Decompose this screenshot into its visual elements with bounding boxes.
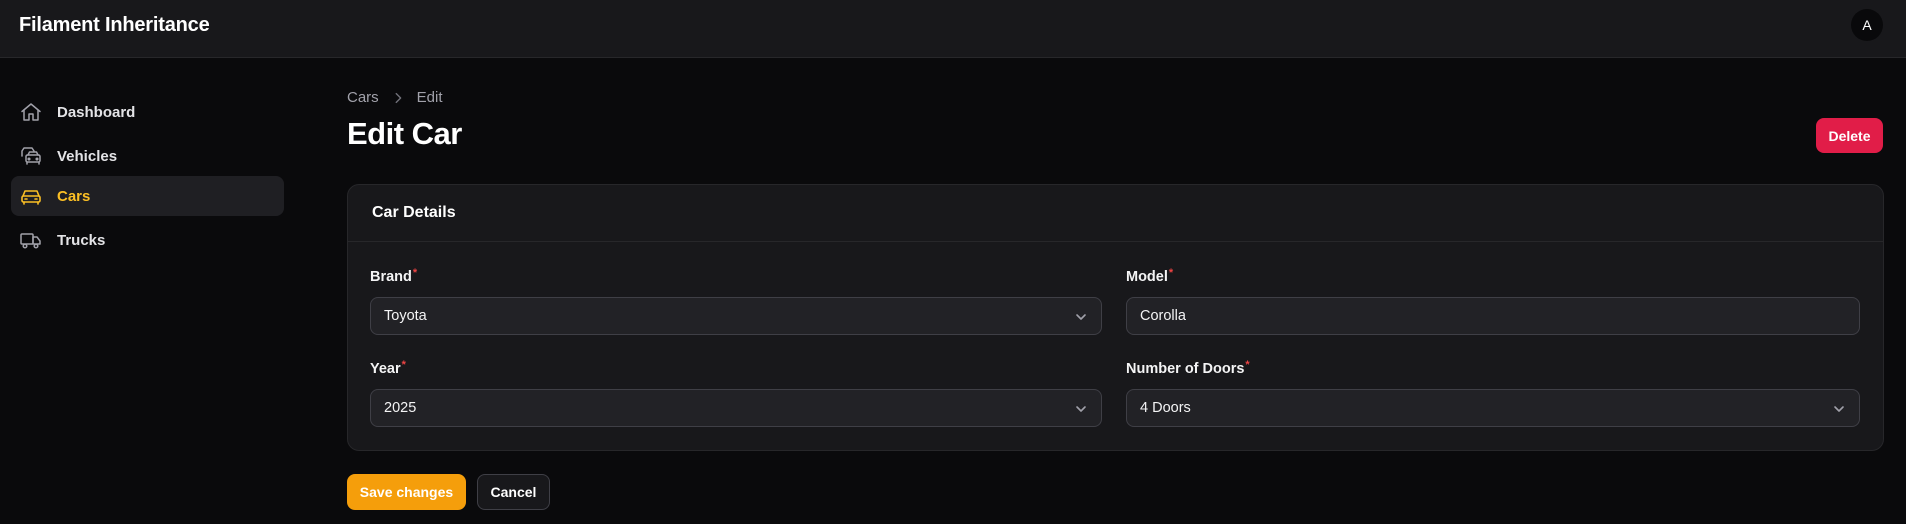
required-marker: *	[412, 267, 418, 279]
app-title[interactable]: Filament Inheritance	[19, 14, 210, 37]
required-marker: *	[1245, 359, 1250, 371]
model-input[interactable]: Corolla	[1126, 297, 1860, 335]
doors-label: Number of Doors*	[1126, 359, 1250, 377]
home-icon	[19, 100, 43, 124]
section-title: Car Details	[348, 185, 1883, 242]
breadcrumb-item-edit: Edit	[416, 89, 443, 106]
truck-icon	[19, 228, 43, 252]
vehicles-icon	[19, 144, 43, 168]
model-label: Model*	[1126, 267, 1174, 285]
brand-label: Brand*	[370, 267, 418, 285]
sidebar: Dashboard Vehicles Cars Trucks	[0, 58, 290, 524]
breadcrumb: Cars Edit	[347, 89, 443, 106]
page-title: Edit Car	[347, 116, 462, 151]
sidebar-item-trucks[interactable]: Trucks	[11, 220, 284, 260]
car-details-section: Car Details Brand* Toyota Model* Corolla…	[347, 184, 1884, 451]
car-icon	[19, 184, 43, 208]
chevron-down-icon	[1076, 314, 1086, 320]
sidebar-item-cars[interactable]: Cars	[11, 176, 284, 216]
year-select[interactable]: 2025	[370, 389, 1102, 427]
required-marker: *	[401, 359, 406, 371]
required-marker: *	[1168, 267, 1174, 279]
chevron-down-icon	[1076, 406, 1086, 412]
sidebar-item-label: Trucks	[57, 231, 106, 249]
delete-button[interactable]: Delete	[1816, 118, 1883, 153]
cancel-button[interactable]: Cancel	[477, 474, 550, 510]
sidebar-item-label: Vehicles	[57, 147, 118, 165]
sidebar-item-label: Cars	[57, 187, 91, 205]
save-changes-button[interactable]: Save changes	[347, 474, 466, 510]
year-label: Year*	[370, 359, 406, 377]
brand-select[interactable]: Toyota	[370, 297, 1102, 335]
sidebar-item-label: Dashboard	[57, 103, 136, 121]
user-avatar[interactable]: A	[1851, 9, 1883, 41]
doors-select[interactable]: 4 Doors	[1126, 389, 1860, 427]
chevron-down-icon	[1834, 406, 1844, 412]
breadcrumb-item-cars[interactable]: Cars	[347, 89, 379, 106]
top-bar: Filament Inheritance A	[0, 0, 1906, 58]
sidebar-item-vehicles[interactable]: Vehicles	[11, 136, 284, 176]
sidebar-item-dashboard[interactable]: Dashboard	[11, 92, 284, 132]
chevron-right-icon	[391, 91, 405, 105]
